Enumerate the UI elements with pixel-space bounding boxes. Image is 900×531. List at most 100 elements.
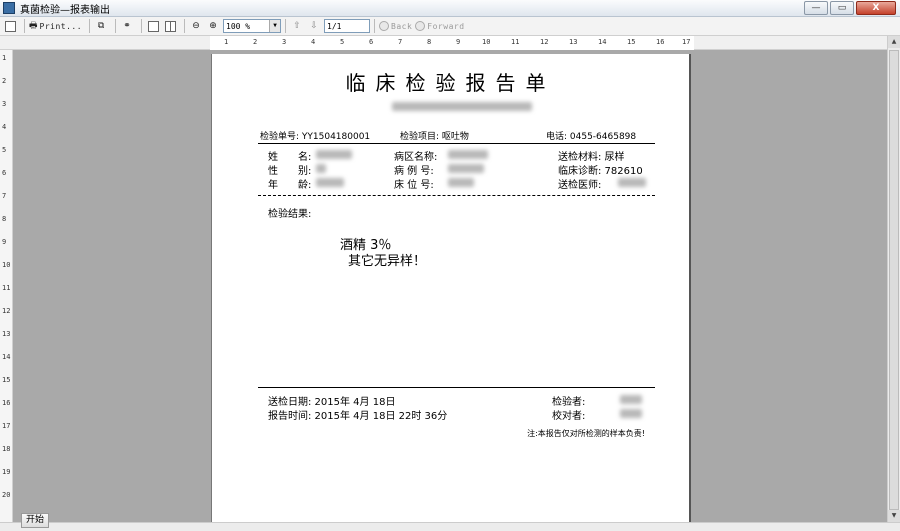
- ruler-number: 12: [2, 307, 11, 315]
- ruler-number: 12: [540, 38, 549, 46]
- back-button[interactable]: Back: [379, 19, 412, 34]
- ruler-number: 3: [2, 100, 7, 108]
- scroll-down-icon[interactable]: ▼: [888, 510, 900, 522]
- toolbar-separator: [285, 19, 287, 33]
- sample-number: 检验单号: YY1504180001: [260, 132, 371, 142]
- ruler-number: 16: [2, 399, 11, 407]
- maximize-button[interactable]: ▭: [830, 1, 854, 15]
- checker-label: 校对者:: [552, 411, 586, 422]
- age-redacted: [316, 178, 344, 187]
- results-label: 检验结果:: [268, 209, 312, 220]
- zoom-out-icon: ⊖: [192, 21, 200, 31]
- grid-icon: [164, 20, 176, 32]
- send-date: 送检日期: 2015年 4月 18日: [268, 397, 396, 408]
- bed-number-redacted: [448, 178, 474, 187]
- ruler-number: 4: [311, 38, 316, 46]
- sidebar-icon: [4, 20, 16, 32]
- chevron-down-icon: ▼: [269, 20, 281, 32]
- report-title: 临床检验报告单: [345, 71, 556, 95]
- gender-label: 性 别:: [268, 166, 312, 177]
- ward-label: 病区名称:: [394, 152, 438, 163]
- ward-redacted: [448, 150, 488, 159]
- close-button[interactable]: X: [856, 1, 896, 15]
- forward-button[interactable]: Forward: [415, 19, 464, 34]
- ruler-number: 13: [2, 330, 11, 338]
- toolbar-separator: [141, 19, 143, 33]
- doctor-label: 送检医师:: [558, 180, 602, 191]
- doctor-redacted: [618, 178, 646, 187]
- single-page-button[interactable]: [146, 19, 160, 34]
- toolbar: 🖶 Print... ⧉ ⚭ ⊖ ⊕ 100 % ▼ ⇧ ⇩ 1/1 Back …: [0, 17, 900, 36]
- test-item: 检验项目: 呕吐物: [400, 132, 469, 142]
- next-page-button[interactable]: ⇩: [307, 19, 321, 34]
- info-divider: [258, 195, 655, 196]
- page-input[interactable]: 1/1: [324, 19, 371, 33]
- report-time: 报告时间: 2015年 4月 18日 22时 36分: [268, 411, 448, 422]
- zoom-out-button[interactable]: ⊖: [189, 19, 203, 34]
- ruler-number: 10: [2, 261, 11, 269]
- ruler-scale: 1 2 3 4 5 6 7 8 9 10 11 12 13 14 15 16 1…: [210, 36, 694, 50]
- prev-page-button[interactable]: ⇧: [290, 19, 304, 34]
- age-label: 年 龄:: [268, 180, 312, 191]
- preview-area[interactable]: 临床检验报告单 检验单号: YY1504180001 检验项目: 呕吐物 电话:…: [13, 50, 887, 522]
- multi-page-button[interactable]: [163, 19, 177, 34]
- ruler-number: 6: [2, 169, 7, 177]
- zoom-select[interactable]: 100 % ▼: [223, 19, 282, 33]
- ruler-number: 5: [340, 38, 345, 46]
- report-header-row: 检验单号: YY1504180001 检验项目: 呕吐物 电话: 0455-64…: [260, 129, 653, 143]
- window-title: 真菌检验—报表输出: [20, 4, 110, 16]
- print-button[interactable]: 🖶 Print...: [29, 19, 82, 34]
- copy-button[interactable]: ⧉: [94, 19, 108, 34]
- vertical-ruler: 1 2 3 4 5 6 7 8 9 10 11 12 13 14 15 16 1…: [0, 50, 13, 522]
- layout-toggle-button[interactable]: [3, 19, 17, 34]
- name-label: 姓 名:: [268, 152, 312, 163]
- name-redacted: [316, 150, 352, 159]
- zoom-in-button[interactable]: ⊕: [206, 19, 220, 34]
- ruler-number: 17: [682, 38, 691, 46]
- disclaimer-note: 注:本报告仅对所检测的样本负责!: [527, 429, 645, 438]
- ruler-number: 14: [2, 353, 11, 361]
- ruler-number: 7: [2, 192, 7, 200]
- footer-divider: [258, 387, 655, 388]
- header-divider: [258, 143, 655, 144]
- ruler-number: 15: [2, 376, 11, 384]
- toolbar-separator: [374, 19, 376, 33]
- copy-icon: ⧉: [97, 21, 105, 31]
- minimize-button[interactable]: —: [804, 1, 828, 15]
- inspector-label: 检验者:: [552, 397, 586, 408]
- forward-label: Forward: [427, 21, 465, 31]
- up-arrow-icon: ⇧: [293, 21, 301, 31]
- back-arrow-icon: [379, 21, 390, 31]
- ruler-number: 3: [282, 38, 287, 46]
- ruler-number: 20: [2, 491, 11, 499]
- ruler-number: 14: [598, 38, 607, 46]
- back-label: Back: [391, 21, 413, 31]
- scroll-up-icon[interactable]: ▲: [888, 36, 900, 48]
- specimen-type: 送检材料: 尿样: [558, 152, 625, 163]
- vertical-scrollbar[interactable]: ▲ ▼: [887, 36, 900, 522]
- checker-redacted: [620, 409, 642, 418]
- phone-number: 电话: 0455-6465898: [546, 132, 637, 142]
- ruler-number: 18: [2, 445, 11, 453]
- ruler-number: 10: [482, 38, 491, 46]
- find-button[interactable]: ⚭: [120, 19, 134, 34]
- ruler-number: 8: [2, 215, 7, 223]
- toolbar-separator: [24, 19, 25, 33]
- gender-redacted: [316, 164, 326, 173]
- ruler-number: 15: [627, 38, 636, 46]
- print-label: Print...: [39, 21, 83, 31]
- scroll-thumb[interactable]: [889, 50, 899, 510]
- window-controls: — ▭ X: [804, 1, 896, 15]
- ruler-number: 11: [2, 284, 11, 292]
- toolbar-separator: [184, 19, 186, 33]
- start-button[interactable]: 开始: [21, 513, 49, 528]
- ruler-number: 6: [369, 38, 374, 46]
- result-other: 其它无异样！: [348, 254, 427, 269]
- ruler-number: 9: [2, 238, 7, 246]
- ruler-number: 1: [224, 38, 229, 46]
- down-arrow-icon: ⇩: [310, 21, 318, 31]
- forward-arrow-icon: [415, 21, 426, 31]
- app-icon: [3, 2, 15, 14]
- title-bar: 真菌检验—报表输出 — ▭ X: [0, 0, 900, 17]
- ruler-number: 7: [398, 38, 403, 46]
